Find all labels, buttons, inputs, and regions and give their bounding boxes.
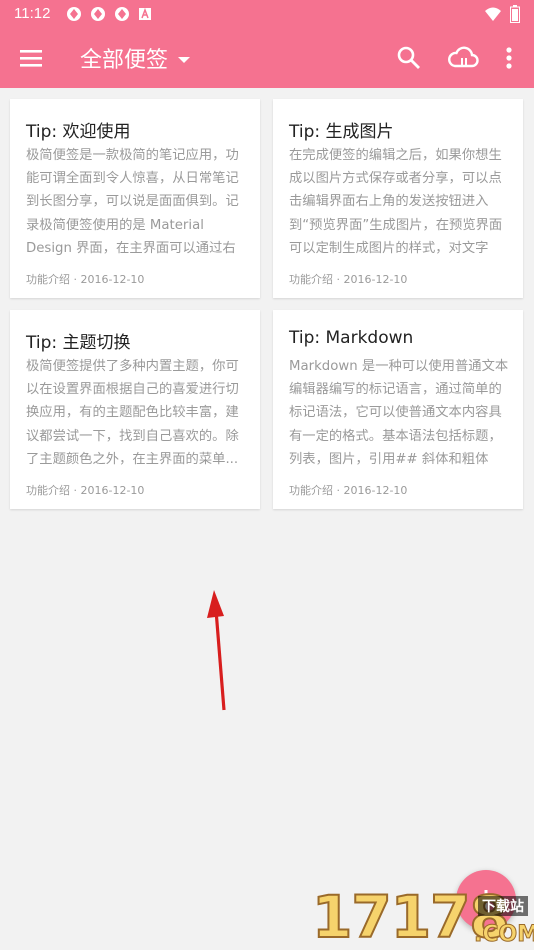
note-meta: 功能介绍 · 2016-12-10 [26,484,145,497]
note-title: Tip: 主题切换 [26,333,131,353]
note-card[interactable]: Tip: 主题切换 极简便签提供了多种内置主题，你可以在设置界面根据自己的喜爱进… [10,310,260,509]
more-options-button[interactable] [500,44,518,72]
status-bar: 11:12 [0,0,534,28]
notification-font-icon [138,6,154,22]
menu-button[interactable] [18,46,44,70]
status-time: 11:12 [14,5,51,22]
note-meta: 功能介绍 · 2016-12-10 [289,484,408,497]
more-vert-icon [506,47,512,69]
note-meta: 功能介绍 · 2016-12-10 [26,273,145,286]
search-button[interactable] [396,45,422,71]
search-icon [397,46,420,69]
notification-icons [66,6,154,22]
menu-icon [20,50,42,67]
note-preview: 极简便签是一款极简的笔记应用，功能可谓全面到令人惊喜，从日常笔记到长图分享，可以… [26,148,239,256]
note-title: Tip: 欢迎使用 [26,122,131,142]
notification-app-icon [90,6,106,22]
watermark-domain: .COM [473,922,534,948]
battery-icon [510,5,520,27]
note-preview: Markdown 是一种可以使用普通文本编辑器编写的标记语言，通过简单的标记语法… [289,359,509,467]
sync-button[interactable] [447,44,479,72]
note-preview: 极简便签提供了多种内置主题，你可以在设置界面根据自己的喜爱进行切换应用，有的主题… [26,359,239,467]
note-preview: 在完成便签的编辑之后，如果你想生成以图片方式保存或者分享，可以点击编辑界面右上角… [289,148,503,256]
note-title: Tip: Markdown [289,328,414,348]
note-card[interactable]: Tip: 欢迎使用 极简便签是一款极简的笔记应用，功能可谓全面到令人惊喜，从日常… [10,99,260,298]
app-bar: 全部便签 [0,28,534,88]
folder-dropdown[interactable]: 全部便签 [80,42,191,74]
note-card[interactable]: Tip: Markdown Markdown 是一种可以使用普通文本编辑器编写的… [273,310,523,509]
notification-app-icon [114,6,130,22]
cloud-sync-icon [448,46,479,68]
note-meta: 功能介绍 · 2016-12-10 [289,273,408,286]
notification-app-icon [66,6,82,22]
watermark-site-label: 下载站 [478,896,528,916]
note-card[interactable]: Tip: 生成图片 在完成便签的编辑之后，如果你想生成以图片方式保存或者分享，可… [273,99,523,298]
page-title: 全部便签 [80,48,169,73]
status-right [484,5,520,27]
wifi-icon [484,6,502,26]
note-title: Tip: 生成图片 [289,122,394,142]
dropdown-caret-icon [178,56,191,63]
